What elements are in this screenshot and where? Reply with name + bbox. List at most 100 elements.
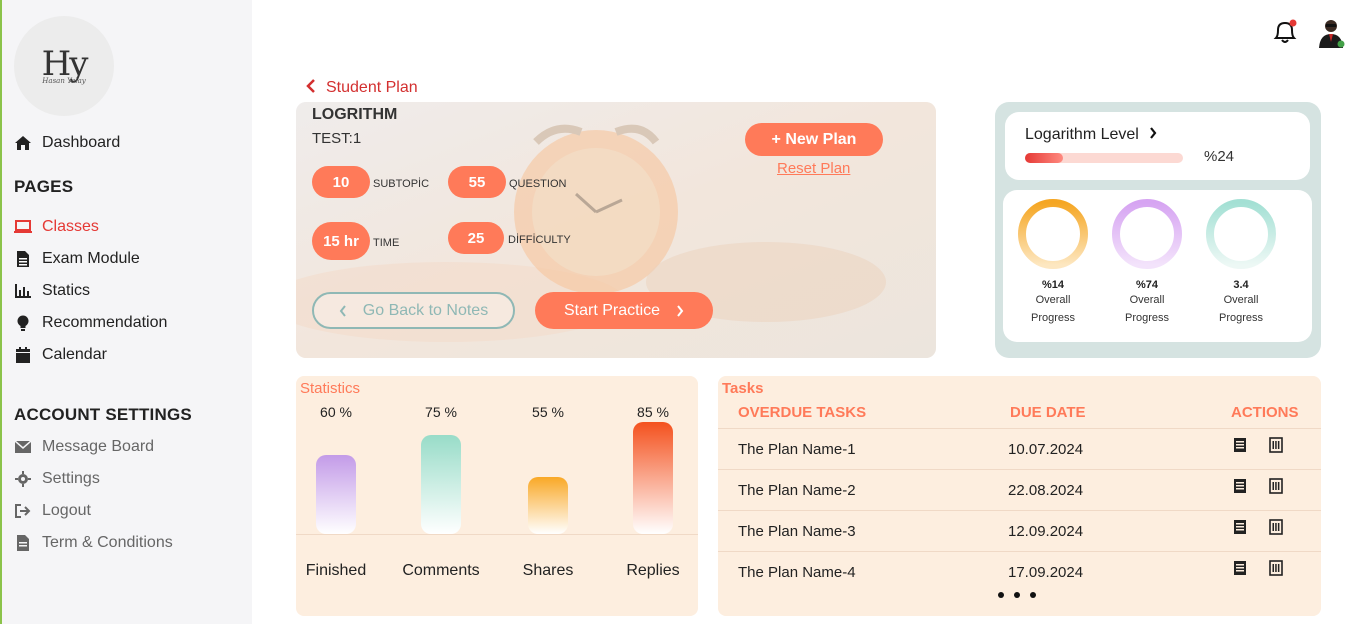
- nav-settings[interactable]: Settings: [14, 468, 100, 490]
- nav-recommendation-label: Recommendation: [42, 314, 168, 331]
- time-label: TIME: [373, 237, 400, 249]
- question-count-badge: 55: [448, 166, 506, 198]
- logo[interactable]: Hy Hasan Yalay: [14, 16, 114, 116]
- ring-label-2b: Progress: [1124, 312, 1170, 324]
- chevron-right-icon: [676, 304, 684, 317]
- view-document-icon[interactable]: [1233, 519, 1249, 535]
- plan-card: LOGRITHM TEST:1 10 SUBTOPİC 55 QUESTION …: [296, 102, 936, 358]
- nav-classes[interactable]: Classes: [14, 216, 99, 238]
- ring-label-3a: Overall: [1223, 294, 1259, 306]
- start-practice-button[interactable]: Start Practice: [535, 292, 713, 329]
- nav-calendar[interactable]: Calendar: [14, 344, 107, 366]
- ring-label-1a: Overall: [1035, 294, 1071, 306]
- task-name: The Plan Name-4: [738, 564, 856, 581]
- ring-value-2: %74: [1135, 279, 1159, 291]
- task-due-date: 22.08.2024: [1008, 482, 1084, 499]
- level-percent: %24: [1204, 148, 1235, 165]
- task-due-date: 10.07.2024: [1008, 441, 1084, 458]
- stat-bar: [316, 455, 356, 534]
- stat-percent: 85 %: [637, 404, 669, 420]
- statistics-card: Statistics 60 % Finished 75 % Comments 55 % S…: [296, 376, 698, 616]
- envelope-icon: [14, 438, 32, 456]
- stat-category: Finished: [305, 562, 367, 579]
- pagination-dot: [1030, 592, 1036, 598]
- bar-chart-icon: [14, 282, 32, 300]
- task-row[interactable]: The Plan Name-1 10.07.2024: [718, 428, 1321, 469]
- reset-plan-link[interactable]: Reset Plan: [777, 160, 850, 177]
- stat-bar: [528, 477, 568, 534]
- nav-message-board-label: Message Board: [42, 438, 155, 455]
- ring-chart-1: [1018, 199, 1088, 269]
- task-row[interactable]: The Plan Name-2 22.08.2024: [718, 469, 1321, 510]
- due-date-header: DUE DATE: [1010, 404, 1086, 421]
- account-section-title: ACCOUNT SETTINGS: [14, 405, 192, 424]
- user-avatar[interactable]: [1316, 16, 1346, 48]
- question-label: QUESTION: [509, 178, 567, 190]
- plan-title: LOGRITHM: [312, 106, 398, 123]
- stat-bar: [633, 422, 673, 534]
- overdue-tasks-header: OVERDUE TASKS: [738, 404, 867, 421]
- task-row[interactable]: The Plan Name-3 12.09.2024: [718, 510, 1321, 551]
- task-name: The Plan Name-3: [738, 523, 856, 540]
- chevron-left-icon: [339, 304, 347, 317]
- task-name: The Plan Name-2: [738, 482, 856, 499]
- level-title: Logarithm Level: [1025, 126, 1139, 143]
- stat-category: Comments: [402, 562, 480, 579]
- chevron-left-icon: [306, 77, 316, 98]
- view-document-icon[interactable]: [1233, 560, 1249, 576]
- notification-bell-icon[interactable]: [1272, 18, 1298, 46]
- tasks-title: Tasks: [722, 380, 764, 397]
- student-plan-label: Student Plan: [326, 78, 418, 96]
- view-document-icon[interactable]: [1233, 437, 1249, 453]
- nav-statics-label: Statics: [42, 282, 91, 299]
- edit-document-icon[interactable]: [1269, 519, 1285, 535]
- task-row[interactable]: The Plan Name-4 17.09.2024: [718, 551, 1321, 592]
- edit-document-icon[interactable]: [1269, 437, 1285, 453]
- level-title-link[interactable]: Logarithm Level: [1025, 126, 1157, 144]
- subtopic-label: SUBTOPİC: [373, 178, 430, 190]
- nav-calendar-label: Calendar: [42, 346, 107, 363]
- nav-terms[interactable]: Term & Conditions: [14, 532, 173, 554]
- student-plan-back-link[interactable]: Student Plan: [306, 77, 418, 98]
- time-badge: 15 hr: [312, 222, 370, 260]
- nav-terms-label: Term & Conditions: [42, 534, 173, 551]
- edit-document-icon[interactable]: [1269, 478, 1285, 494]
- lightbulb-icon: [14, 314, 32, 332]
- pagination-dot: [1014, 592, 1020, 598]
- nav-recommendation[interactable]: Recommendation: [14, 312, 167, 334]
- subtopic-count-badge: 10: [312, 166, 370, 198]
- progress-ring-3: 3.4 Overall Progress: [1196, 198, 1286, 327]
- stat-bar: [421, 435, 461, 534]
- stat-percent: 55 %: [532, 404, 564, 420]
- file-icon: [14, 250, 32, 268]
- stat-percent: 75 %: [425, 404, 457, 420]
- gear-icon: [14, 470, 32, 488]
- task-due-date: 12.09.2024: [1008, 523, 1084, 540]
- stat-category: Replies: [626, 562, 680, 579]
- stat-category: Shares: [522, 562, 574, 579]
- more-pagination[interactable]: [998, 592, 1036, 598]
- plan-test: TEST:1: [312, 130, 362, 147]
- logo-subtitle: Hasan Yalay: [42, 77, 86, 85]
- nav-dashboard[interactable]: Dashboard: [14, 132, 120, 154]
- go-back-to-notes-button[interactable]: Go Back to Notes: [312, 292, 515, 329]
- logout-icon: [14, 502, 32, 520]
- nav-exam-module[interactable]: Exam Module: [14, 248, 140, 270]
- nav-exam-module-label: Exam Module: [42, 250, 140, 267]
- task-due-date: 17.09.2024: [1008, 564, 1084, 581]
- ring-label-3b: Progress: [1218, 312, 1264, 324]
- edit-document-icon[interactable]: [1269, 560, 1285, 576]
- ring-chart-3: [1206, 199, 1276, 269]
- overall-progress-panel: %14 Overall Progress %74 Overall Progres…: [1003, 190, 1312, 342]
- ring-chart-2: [1112, 199, 1182, 269]
- nav-settings-label: Settings: [42, 470, 100, 487]
- new-plan-button[interactable]: + New Plan: [745, 123, 883, 156]
- pages-section-title: PAGES: [14, 177, 74, 196]
- nav-logout[interactable]: Logout: [14, 500, 91, 522]
- progress-ring-1: %14 Overall Progress: [1008, 198, 1098, 327]
- view-document-icon[interactable]: [1233, 478, 1249, 494]
- nav-classes-label: Classes: [42, 218, 99, 235]
- stat-percent: 60 %: [320, 404, 352, 420]
- nav-statics[interactable]: Statics: [14, 280, 90, 302]
- nav-message-board[interactable]: Message Board: [14, 436, 154, 458]
